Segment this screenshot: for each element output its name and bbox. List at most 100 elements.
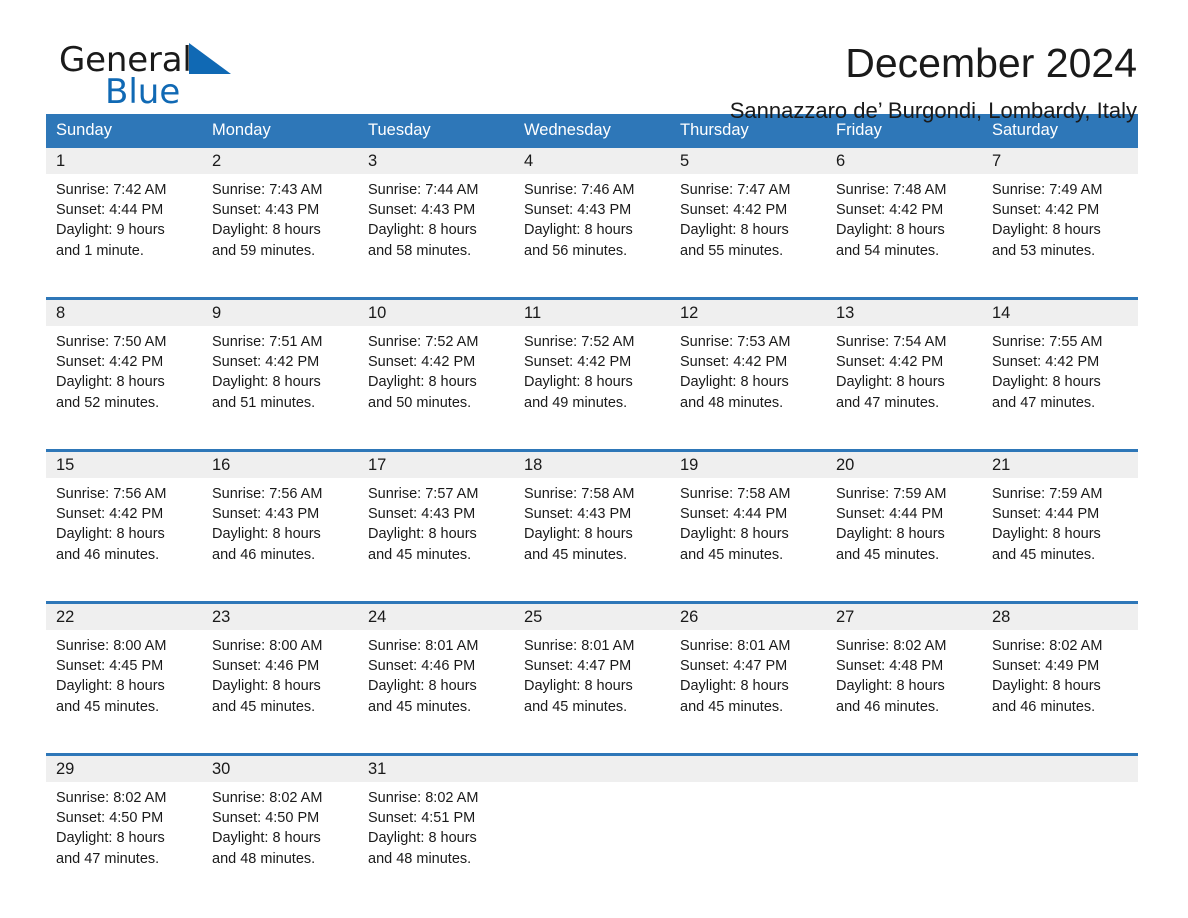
- calendar-day-cell[interactable]: 26 Sunrise: 8:01 AM Sunset: 4:47 PM Dayligh…: [670, 604, 826, 734]
- sunset-text: Sunset: 4:44 PM: [56, 202, 164, 219]
- day-cell-body: 4 Sunrise: 7:46 AM Sunset: 4:43 PM Daylight…: [514, 148, 670, 278]
- day-number: 22: [56, 608, 75, 626]
- calendar-day-cell[interactable]: 5 Sunrise: 7:47 AM Sunset: 4:42 PM Daylight…: [670, 148, 826, 278]
- calendar-day-cell[interactable]: 3 Sunrise: 7:44 AM Sunset: 4:43 PM Daylight…: [358, 148, 514, 278]
- day-details: Sunrise: 7:58 AM Sunset: 4:43 PM Daylight:…: [514, 478, 670, 565]
- calendar-day-cell[interactable]: 16 Sunrise: 7:56 AM Sunset: 4:43 PM Dayligh…: [202, 452, 358, 582]
- sunrise-text: Sunrise: 7:58 AM: [524, 486, 635, 502]
- day-number-band: 7: [982, 148, 1138, 174]
- day-cell-body: 26 Sunrise: 8:01 AM Sunset: 4:47 PM Dayligh…: [670, 604, 826, 734]
- calendar-day-cell-empty: [982, 756, 1138, 886]
- sunrise-text: Sunrise: 7:52 AM: [524, 334, 635, 350]
- day-details: Sunrise: 8:01 AM Sunset: 4:47 PM Daylight:…: [514, 630, 670, 717]
- sunrise-text: Sunrise: 7:56 AM: [212, 486, 323, 502]
- day-number: 5: [680, 152, 690, 170]
- day-number: 27: [836, 608, 855, 626]
- calendar-day-cell[interactable]: 4 Sunrise: 7:46 AM Sunset: 4:43 PM Daylight…: [514, 148, 670, 278]
- sunset-text: Sunset: 4:43 PM: [212, 202, 320, 219]
- day-cell-body: 29 Sunrise: 8:02 AM Sunset: 4:50 PM Dayligh…: [46, 756, 202, 886]
- calendar-day-cell[interactable]: 30 Sunrise: 8:02 AM Sunset: 4:50 PM Dayligh…: [202, 756, 358, 886]
- day-details: Sunrise: 7:48 AM Sunset: 4:42 PM Daylight:…: [826, 174, 982, 261]
- day-cell-body: 6 Sunrise: 7:48 AM Sunset: 4:42 PM Daylight…: [826, 148, 982, 278]
- sunset-text: Sunset: 4:43 PM: [368, 202, 476, 219]
- day-cell-body: 18 Sunrise: 7:58 AM Sunset: 4:43 PM Dayligh…: [514, 452, 670, 582]
- calendar-day-cell[interactable]: 27 Sunrise: 8:02 AM Sunset: 4:48 PM Dayligh…: [826, 604, 982, 734]
- daylight-text-line1: Daylight: 8 hours: [524, 526, 633, 543]
- calendar-day-cell[interactable]: 23 Sunrise: 8:00 AM Sunset: 4:46 PM Dayligh…: [202, 604, 358, 734]
- sunset-text: Sunset: 4:44 PM: [992, 506, 1100, 523]
- day-cell-body: 22 Sunrise: 8:00 AM Sunset: 4:45 PM Dayligh…: [46, 604, 202, 734]
- sunrise-text: Sunrise: 7:59 AM: [992, 486, 1103, 502]
- day-number: 21: [992, 456, 1011, 474]
- calendar-body: 1 Sunrise: 7:42 AM Sunset: 4:44 PM Daylight…: [46, 148, 1138, 886]
- calendar-day-cell[interactable]: 15 Sunrise: 7:56 AM Sunset: 4:42 PM Dayligh…: [46, 452, 202, 582]
- calendar-day-cell[interactable]: 8 Sunrise: 7:50 AM Sunset: 4:42 PM Daylight…: [46, 300, 202, 430]
- day-cell-body: 10 Sunrise: 7:52 AM Sunset: 4:42 PM Dayligh…: [358, 300, 514, 430]
- day-number-band: 29: [46, 756, 202, 782]
- daylight-text-line1: Daylight: 8 hours: [680, 222, 789, 239]
- daylight-text-line2: and 45 minutes.: [368, 546, 472, 563]
- calendar-day-cell[interactable]: 17 Sunrise: 7:57 AM Sunset: 4:43 PM Dayligh…: [358, 452, 514, 582]
- day-details: Sunrise: 7:58 AM Sunset: 4:44 PM Daylight:…: [670, 478, 826, 565]
- weekday-header-wednesday: Wednesday: [514, 114, 670, 148]
- daylight-text-line1: Daylight: 8 hours: [212, 222, 321, 239]
- calendar-day-cell[interactable]: 24 Sunrise: 8:01 AM Sunset: 4:46 PM Dayligh…: [358, 604, 514, 734]
- calendar-day-cell[interactable]: 7 Sunrise: 7:49 AM Sunset: 4:42 PM Daylight…: [982, 148, 1138, 278]
- sunset-text: Sunset: 4:42 PM: [836, 354, 944, 371]
- calendar-day-cell[interactable]: 21 Sunrise: 7:59 AM Sunset: 4:44 PM Dayligh…: [982, 452, 1138, 582]
- day-details: Sunrise: 8:02 AM Sunset: 4:51 PM Daylight:…: [358, 782, 514, 869]
- calendar-day-cell[interactable]: 22 Sunrise: 8:00 AM Sunset: 4:45 PM Dayligh…: [46, 604, 202, 734]
- sunset-text: Sunset: 4:43 PM: [524, 202, 632, 219]
- calendar-day-cell[interactable]: 10 Sunrise: 7:52 AM Sunset: 4:42 PM Dayligh…: [358, 300, 514, 430]
- daylight-text-line2: and 47 minutes.: [56, 850, 160, 867]
- sunset-text: Sunset: 4:42 PM: [56, 506, 164, 523]
- sunset-text: Sunset: 4:45 PM: [56, 658, 164, 675]
- day-details: Sunrise: 7:52 AM Sunset: 4:42 PM Daylight:…: [358, 326, 514, 413]
- day-number: 28: [992, 608, 1011, 626]
- calendar-day-cell[interactable]: 31 Sunrise: 8:02 AM Sunset: 4:51 PM Dayligh…: [358, 756, 514, 886]
- day-details: Sunrise: 7:46 AM Sunset: 4:43 PM Daylight:…: [514, 174, 670, 261]
- daylight-text-line1: Daylight: 8 hours: [368, 222, 477, 239]
- day-details: Sunrise: 7:43 AM Sunset: 4:43 PM Daylight:…: [202, 174, 358, 261]
- calendar-day-cell[interactable]: 2 Sunrise: 7:43 AM Sunset: 4:43 PM Daylight…: [202, 148, 358, 278]
- generalblue-logo[interactable]: General Blue: [59, 42, 359, 112]
- calendar-day-cell[interactable]: 14 Sunrise: 7:55 AM Sunset: 4:42 PM Dayligh…: [982, 300, 1138, 430]
- calendar-week-row: 1 Sunrise: 7:42 AM Sunset: 4:44 PM Daylight…: [46, 148, 1138, 278]
- sunrise-text: Sunrise: 7:54 AM: [836, 334, 947, 350]
- sunset-text: Sunset: 4:42 PM: [836, 202, 944, 219]
- week-gap-cell: [46, 278, 1138, 297]
- day-number-band: 18: [514, 452, 670, 478]
- daylight-text-line2: and 45 minutes.: [680, 546, 784, 563]
- week-gap-cell: [46, 582, 1138, 601]
- calendar-day-cell[interactable]: 6 Sunrise: 7:48 AM Sunset: 4:42 PM Daylight…: [826, 148, 982, 278]
- daylight-text-line2: and 45 minutes.: [524, 546, 628, 563]
- daylight-text-line1: Daylight: 8 hours: [368, 526, 477, 543]
- sunset-text: Sunset: 4:47 PM: [680, 658, 788, 675]
- day-number-band: 3: [358, 148, 514, 174]
- calendar-day-cell[interactable]: 20 Sunrise: 7:59 AM Sunset: 4:44 PM Dayligh…: [826, 452, 982, 582]
- sunset-text: Sunset: 4:48 PM: [836, 658, 944, 675]
- day-number: 9: [212, 304, 222, 322]
- day-number: 18: [524, 456, 543, 474]
- logo-text-blue: Blue: [105, 72, 181, 112]
- daylight-text-line2: and 46 minutes.: [992, 698, 1096, 715]
- calendar-day-cell[interactable]: 11 Sunrise: 7:52 AM Sunset: 4:42 PM Dayligh…: [514, 300, 670, 430]
- calendar-day-cell[interactable]: 1 Sunrise: 7:42 AM Sunset: 4:44 PM Daylight…: [46, 148, 202, 278]
- day-number-band: 31: [358, 756, 514, 782]
- daylight-text-line2: and 55 minutes.: [680, 242, 784, 259]
- week-gap-cell: [46, 430, 1138, 449]
- daylight-text-line1: Daylight: 8 hours: [368, 678, 477, 695]
- calendar-day-cell[interactable]: 9 Sunrise: 7:51 AM Sunset: 4:42 PM Daylight…: [202, 300, 358, 430]
- day-number: 4: [524, 152, 534, 170]
- calendar-day-cell[interactable]: 12 Sunrise: 7:53 AM Sunset: 4:42 PM Dayligh…: [670, 300, 826, 430]
- sunrise-text: Sunrise: 7:53 AM: [680, 334, 791, 350]
- calendar-day-cell[interactable]: 28 Sunrise: 8:02 AM Sunset: 4:49 PM Dayligh…: [982, 604, 1138, 734]
- calendar-day-cell[interactable]: 13 Sunrise: 7:54 AM Sunset: 4:42 PM Dayligh…: [826, 300, 982, 430]
- calendar-day-cell[interactable]: 29 Sunrise: 8:02 AM Sunset: 4:50 PM Dayligh…: [46, 756, 202, 886]
- calendar-day-cell[interactable]: 19 Sunrise: 7:58 AM Sunset: 4:44 PM Dayligh…: [670, 452, 826, 582]
- day-details: Sunrise: 8:00 AM Sunset: 4:45 PM Daylight:…: [46, 630, 202, 717]
- calendar-day-cell[interactable]: 25 Sunrise: 8:01 AM Sunset: 4:47 PM Dayligh…: [514, 604, 670, 734]
- calendar-day-cell[interactable]: 18 Sunrise: 7:58 AM Sunset: 4:43 PM Dayligh…: [514, 452, 670, 582]
- daylight-text-line1: Daylight: 8 hours: [56, 374, 165, 391]
- daylight-text-line1: Daylight: 8 hours: [992, 526, 1101, 543]
